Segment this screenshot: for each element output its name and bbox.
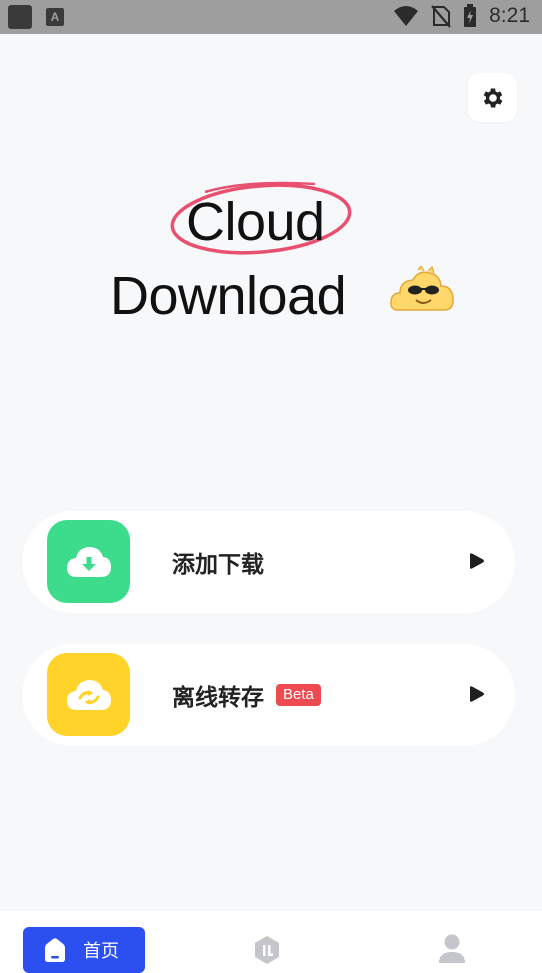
status-left-icons: A bbox=[8, 5, 64, 29]
gear-icon bbox=[483, 87, 502, 108]
offline-transfer-label: 离线转存 Beta bbox=[172, 644, 321, 746]
status-bar: A 8:21 bbox=[0, 0, 542, 34]
cloud-sync-icon-tile bbox=[47, 653, 130, 736]
cloud-download-icon-tile bbox=[47, 520, 130, 603]
nav-home-label: 首页 bbox=[83, 941, 119, 962]
hero-title-area: Cloud Download bbox=[0, 170, 542, 330]
cloud-sunglasses-mascot-icon bbox=[390, 266, 454, 311]
wifi-icon bbox=[394, 6, 419, 26]
app-square-icon bbox=[8, 5, 32, 29]
offline-transfer-text: 离线转存 bbox=[172, 685, 264, 711]
no-sim-icon bbox=[431, 5, 451, 28]
offline-transfer-card[interactable]: 离线转存 Beta bbox=[22, 644, 515, 746]
home-icon bbox=[45, 938, 65, 962]
beta-badge: Beta bbox=[276, 684, 321, 706]
hero-title-line1: Cloud bbox=[186, 192, 325, 252]
nav-item-logo[interactable] bbox=[253, 935, 281, 969]
status-time: 8:21 bbox=[489, 4, 530, 27]
hero-title-line2: Download bbox=[110, 266, 347, 326]
bottom-nav: 首页 bbox=[0, 911, 542, 973]
add-download-text: 添加下载 bbox=[172, 552, 264, 578]
user-icon bbox=[439, 934, 465, 963]
battery-charging-icon bbox=[464, 4, 477, 27]
nav-item-home[interactable]: 首页 bbox=[23, 927, 145, 973]
play-arrow-icon bbox=[470, 686, 484, 702]
cloud-download-icon bbox=[66, 546, 111, 577]
nav-item-profile[interactable] bbox=[438, 933, 466, 969]
add-download-label: 添加下载 bbox=[172, 511, 264, 613]
a-letter-icon: A bbox=[46, 8, 64, 26]
play-arrow-icon bbox=[470, 553, 484, 569]
status-right-icons: 8:21 bbox=[393, 4, 530, 28]
cloud-sync-icon bbox=[66, 679, 111, 710]
add-download-card[interactable]: 添加下载 bbox=[22, 511, 515, 613]
settings-button[interactable] bbox=[468, 73, 517, 122]
hexagon-logo-icon bbox=[255, 936, 279, 964]
